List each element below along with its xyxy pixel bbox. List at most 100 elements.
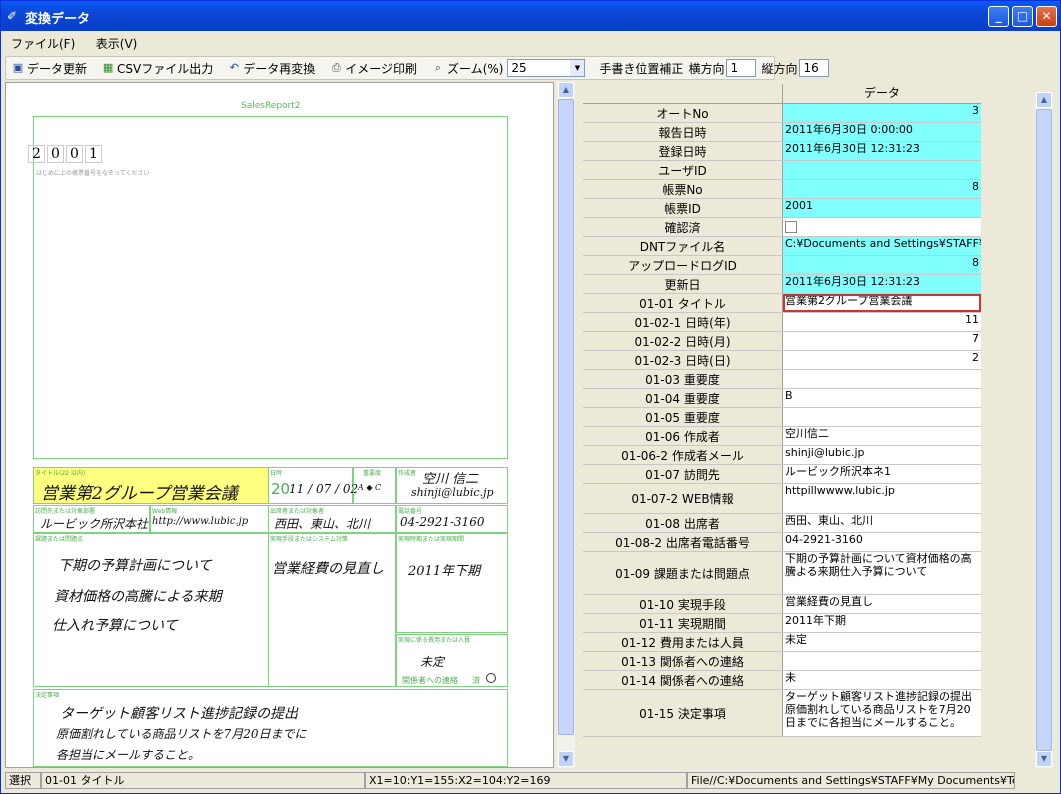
- grid-cell[interactable]: 7: [783, 332, 981, 350]
- grid-row[interactable]: 確認済: [583, 218, 981, 237]
- grid-cell[interactable]: 未: [783, 671, 981, 689]
- grid-cell[interactable]: 未定: [783, 633, 981, 651]
- method-field-box[interactable]: [268, 533, 396, 687]
- grid-row[interactable]: DNTファイル名 C:¥Documents and Settings¥STAFF¥…: [583, 237, 981, 256]
- grid-row[interactable]: 01-02-2 日時(月) 7: [583, 332, 981, 351]
- scroll-up-icon[interactable]: ▲: [1036, 92, 1052, 108]
- hw-date: 11 / 07 / 02: [289, 482, 359, 496]
- grid-cell[interactable]: 空川信二: [783, 427, 981, 445]
- grid-row-label: 01-02-1 日時(年): [583, 313, 783, 331]
- grid-cell[interactable]: 2: [783, 351, 981, 369]
- scroll-thumb[interactable]: [1036, 109, 1052, 751]
- grid-cell[interactable]: 2011年6月30日 12:31:23: [783, 275, 981, 293]
- grid-column-header[interactable]: データ: [783, 84, 981, 104]
- chevron-down-icon[interactable]: ▼: [570, 60, 585, 76]
- zoom-control: ⌕ ズーム(%) 25 ▼: [426, 57, 590, 79]
- grid-row[interactable]: 01-09 課題または問題点 下期の予算計画について資材価格の高騰よる来期仕入予算…: [583, 552, 981, 595]
- grid-cell[interactable]: ターゲット顧客リスト進捗記録の提出原価割れしている商品リストを7月20日までに各…: [783, 690, 981, 736]
- grid-row-label: 帳票ID: [583, 199, 783, 217]
- grid-row[interactable]: オートNo 3: [583, 104, 981, 123]
- grid-row[interactable]: 01-13 関係者への連絡: [583, 652, 981, 671]
- phone-label: 電話番号: [398, 508, 423, 515]
- grid-row[interactable]: 報告日時 2011年6月30日 0:00:00: [583, 123, 981, 142]
- grid-row[interactable]: 01-07-2 WEB情報 httpillwwww.lubic.jp: [583, 484, 981, 514]
- reconvert-button[interactable]: ↶ データ再変換: [222, 57, 320, 79]
- grid-cell[interactable]: 西田、東山、北川: [783, 514, 981, 532]
- status-field: 01-01 タイトル: [41, 772, 365, 789]
- grid-cell[interactable]: C:¥Documents and Settings¥STAFF¥M: [783, 237, 981, 255]
- scroll-down-icon[interactable]: ▼: [1036, 751, 1052, 767]
- grid-cell[interactable]: 3: [783, 104, 981, 122]
- title-bar: ✐ 変換データ _ □ ✕: [1, 1, 1060, 31]
- zoom-select[interactable]: 25 ▼: [507, 59, 586, 77]
- grid-row[interactable]: 01-10 実現手段 営業経費の見直し: [583, 595, 981, 614]
- grid-cell-selected[interactable]: 営業第2グループ営業会議: [783, 294, 981, 312]
- left-vertical-scrollbar[interactable]: ▲ ▼: [557, 82, 575, 768]
- refresh-button[interactable]: ▣ データ更新: [6, 57, 92, 79]
- grid-cell[interactable]: 下期の予算計画について資材価格の高騰よる来期仕入予算について: [783, 552, 981, 594]
- grid-row[interactable]: 帳票No 8: [583, 180, 981, 199]
- grid-cell[interactable]: 2001: [783, 199, 981, 217]
- grid-cell[interactable]: 11: [783, 313, 981, 331]
- grid-cell[interactable]: httpillwwww.lubic.jp: [783, 484, 981, 513]
- vertical-input[interactable]: 16: [799, 59, 830, 77]
- close-button[interactable]: ✕: [1036, 6, 1057, 27]
- grid-row[interactable]: 01-12 費用または人員 未定: [583, 633, 981, 652]
- grid-corner: [583, 84, 783, 104]
- grid-row[interactable]: 登録日時 2011年6月30日 12:31:23: [583, 142, 981, 161]
- grid-cell[interactable]: [783, 652, 981, 670]
- grid-row[interactable]: 更新日 2011年6月30日 12:31:23: [583, 275, 981, 294]
- form-digit: 1: [85, 145, 102, 163]
- grid-row[interactable]: 01-01 タイトル 営業第2グループ営業会議: [583, 294, 981, 313]
- grid-row[interactable]: 01-11 実現期間 2011年下期: [583, 614, 981, 633]
- grid-cell[interactable]: [783, 218, 981, 236]
- form-image-pane[interactable]: SalesReport2 2 0 0 1 はじめに上の帳票番号をなぞってください…: [5, 82, 554, 768]
- menu-view[interactable]: 表示(V): [86, 31, 145, 52]
- grid-cell[interactable]: 2011年6月30日 12:31:23: [783, 142, 981, 160]
- grid-row[interactable]: アップロードログID 8: [583, 256, 981, 275]
- grid-row[interactable]: 01-05 重要度: [583, 408, 981, 427]
- grid-cell[interactable]: shinji@lubic.jp: [783, 446, 981, 464]
- confirmed-checkbox[interactable]: [785, 221, 797, 233]
- maximize-button[interactable]: □: [1012, 6, 1033, 27]
- grid-cell[interactable]: 営業経費の見直し: [783, 595, 981, 613]
- minimize-button[interactable]: _: [988, 6, 1009, 27]
- grid-row[interactable]: 01-08-2 出席者電話番号 04-2921-3160: [583, 533, 981, 552]
- grid-cell[interactable]: ルービック所沢本ネ1: [783, 465, 981, 483]
- grid-row[interactable]: 01-02-1 日時(年) 11: [583, 313, 981, 332]
- grid-row-label: 確認済: [583, 218, 783, 236]
- grid-cell[interactable]: 8: [783, 180, 981, 198]
- grid-row[interactable]: 01-14 関係者への連絡未: [583, 671, 981, 690]
- grid-cell[interactable]: 04-2921-3160: [783, 533, 981, 551]
- period-field-box[interactable]: [396, 533, 508, 633]
- grid-row[interactable]: ユーザID: [583, 161, 981, 180]
- grid-row[interactable]: 01-15 決定事項 ターゲット顧客リスト進捗記録の提出原価割れしている商品リスト…: [583, 690, 981, 737]
- scroll-down-icon[interactable]: ▼: [558, 751, 574, 767]
- right-vertical-scrollbar[interactable]: ▲ ▼: [1035, 92, 1053, 768]
- grid-cell[interactable]: [783, 408, 981, 426]
- status-mode: 選択: [5, 772, 41, 789]
- menu-file[interactable]: ファイル(F): [1, 31, 82, 52]
- grid-cell[interactable]: 2011年6月30日 0:00:00: [783, 123, 981, 141]
- grid-row-label: 01-13 関係者への連絡: [583, 652, 783, 670]
- grid-row[interactable]: 01-06-2 作成者メール shinji@lubic.jp: [583, 446, 981, 465]
- scroll-thumb[interactable]: [558, 99, 574, 735]
- scroll-up-icon[interactable]: ▲: [558, 82, 574, 98]
- grid-row[interactable]: 01-04 重要度 B: [583, 389, 981, 408]
- grid-cell[interactable]: [783, 370, 981, 388]
- grid-cell[interactable]: [783, 161, 981, 179]
- grid-cell[interactable]: B: [783, 389, 981, 407]
- grid-row[interactable]: 01-03 重要度: [583, 370, 981, 389]
- author-label: 作成者: [398, 470, 417, 477]
- csv-export-button[interactable]: ▦ CSVファイル出力: [96, 57, 218, 79]
- grid-row[interactable]: 01-07 訪問先 ルービック所沢本ネ1: [583, 465, 981, 484]
- horizontal-input[interactable]: 1: [726, 59, 757, 77]
- grid-row[interactable]: 帳票ID 2001: [583, 199, 981, 218]
- grid-row[interactable]: 01-08 出席者 西田、東山、北川: [583, 514, 981, 533]
- print-button[interactable]: ⎙ イメージ印刷: [324, 57, 422, 79]
- grid-cell[interactable]: 2011年下期: [783, 614, 981, 632]
- grid-cell[interactable]: 8: [783, 256, 981, 274]
- grid-row[interactable]: 01-02-3 日時(日) 2: [583, 351, 981, 370]
- print-label: イメージ印刷: [345, 61, 418, 76]
- grid-row[interactable]: 01-06 作成者 空川信二: [583, 427, 981, 446]
